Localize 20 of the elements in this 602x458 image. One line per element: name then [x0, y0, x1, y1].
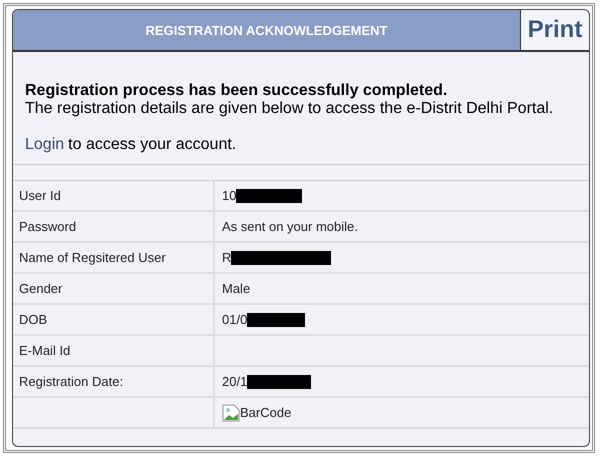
field-value: Male [222, 281, 250, 296]
field-label: Gender [19, 281, 62, 296]
field-value: 20/1 [222, 374, 248, 389]
field-label: Name of Regsitered User [19, 250, 166, 265]
field-label: Registration Date: [19, 374, 124, 389]
field-label: User Id [19, 188, 61, 203]
field-value: R [222, 250, 232, 265]
field-value: As sent on your mobile. [222, 219, 358, 234]
field-label: DOB [19, 312, 48, 327]
page-title: REGISTRATION ACKNOWLEDGEMENT [13, 10, 521, 50]
details-text: The registration details are given below to access the e-Distrit Delhi Portal. [25, 100, 554, 118]
image-alt-text: BarCode [240, 405, 292, 420]
login-text: to access your account. [68, 136, 236, 153]
login-link[interactable]: Login [25, 136, 64, 153]
success-message: Registration process has been successfully completed. [25, 82, 448, 100]
field-value: 10 [222, 188, 236, 203]
field-label: E-Mail Id [19, 343, 70, 358]
field-label: Password [19, 219, 76, 234]
field-value: 01/0 [222, 312, 248, 327]
broken-image-icon [222, 404, 240, 422]
